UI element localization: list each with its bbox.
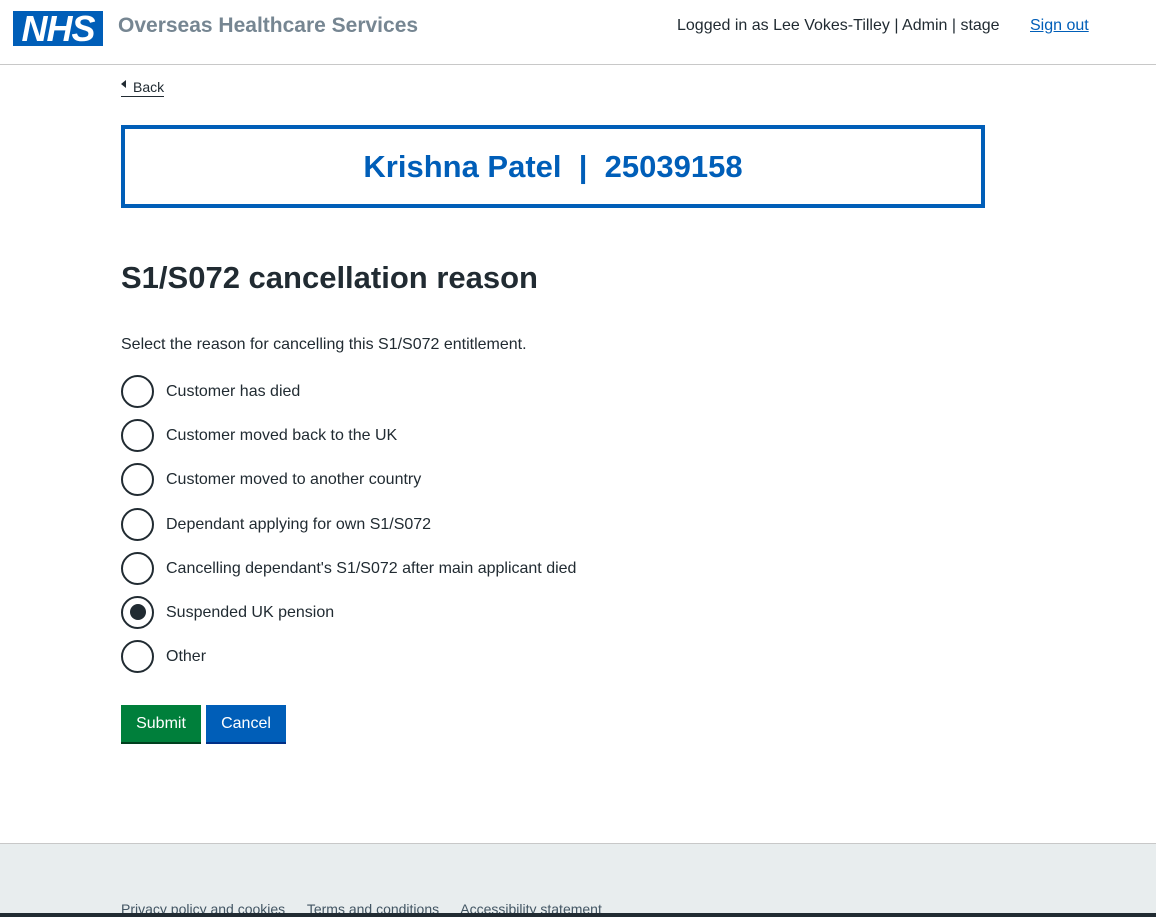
logged-in-user-info: Logged in as Lee Vokes-Tilley | Admin | … [677,17,1000,34]
radio-option[interactable]: Cancelling dependant's S1/S072 after mai… [121,551,576,595]
radio-option-selected[interactable]: Suspended UK pension [121,595,576,639]
radio-option[interactable]: Dependant applying for own S1/S072 [121,507,576,551]
radio-label[interactable]: Customer moved to another country [166,462,421,497]
page-title: S1/S072 cancellation reason [121,260,538,295]
patient-banner: Krishna Patel | 25039158 [121,125,985,208]
radio-label[interactable]: Customer has died [166,374,300,409]
radio-label[interactable]: Other [166,639,206,674]
submit-button[interactable]: Submit [121,705,201,742]
bottom-edge-bar [0,913,1156,917]
radio-button[interactable] [121,419,154,453]
radio-button-checked[interactable] [121,595,154,629]
back-link[interactable]: Back [121,79,165,97]
radio-option[interactable]: Customer moved back to the UK [121,418,576,462]
radio-option[interactable]: Customer has died [121,374,576,418]
radio-label[interactable]: Cancelling dependant's S1/S072 after mai… [166,551,576,586]
radio-label[interactable]: Customer moved back to the UK [166,418,397,453]
nhs-logo[interactable]: NHS [13,11,103,46]
radio-button[interactable] [121,551,154,585]
site-header: NHS Overseas Healthcare Services Logged … [0,0,1156,65]
radio-hint: Select the reason for cancelling this S1… [121,336,527,353]
service-name[interactable]: Overseas Healthcare Services [118,14,418,38]
cancellation-reason-radios: Customer has died Customer moved back to… [121,374,576,683]
cancel-button[interactable]: Cancel [206,705,286,742]
radio-option[interactable]: Customer moved to another country [121,462,576,506]
radio-label[interactable]: Dependant applying for own S1/S072 [166,507,431,542]
sign-out-link[interactable]: Sign out [1030,17,1089,35]
chevron-left-icon [121,80,126,88]
radio-option[interactable]: Other [121,639,576,683]
site-footer: Privacy policy and cookies Terms and con… [0,843,1156,917]
radio-button[interactable] [121,463,154,497]
back-link-label: Back [133,79,165,95]
radio-label[interactable]: Suspended UK pension [166,595,334,630]
radio-button[interactable] [121,507,154,541]
radio-button[interactable] [121,640,154,674]
radio-button[interactable] [121,375,154,408]
